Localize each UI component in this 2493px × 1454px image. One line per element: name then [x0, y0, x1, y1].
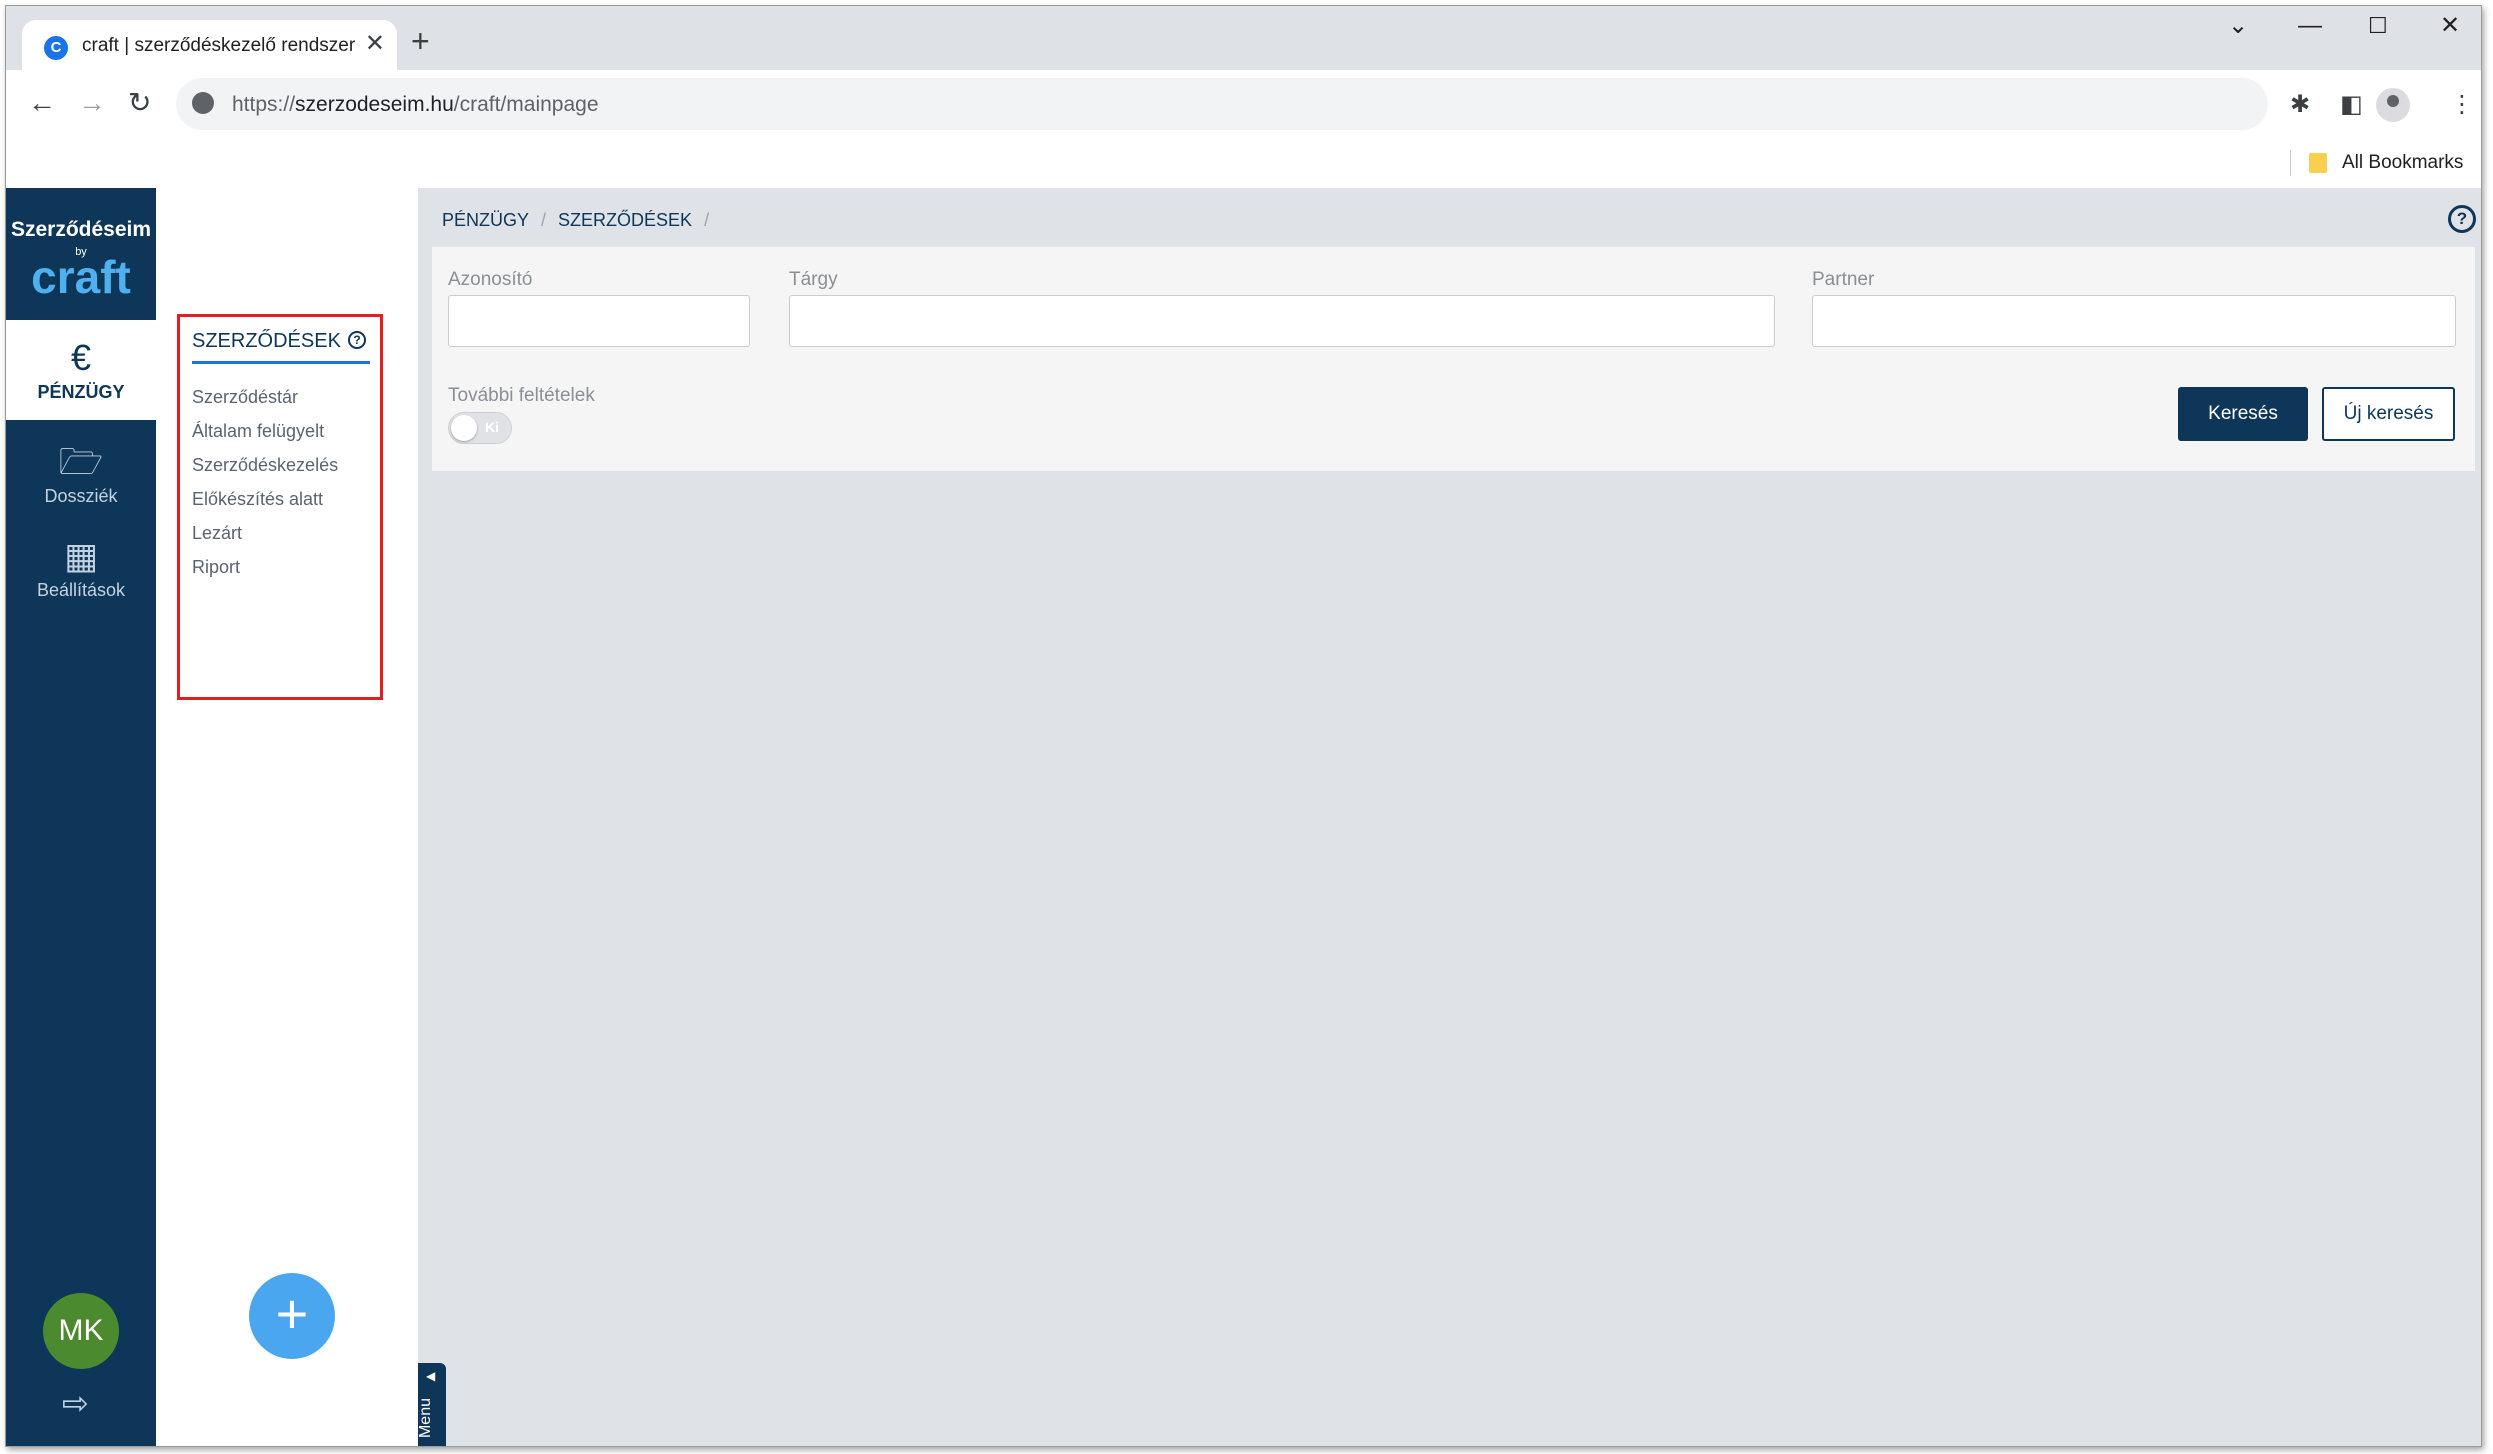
logo-brand: craft: [31, 251, 131, 303]
folder-open-icon: 🗁: [58, 441, 104, 482]
breadcrumb-item[interactable]: PÉNZÜGY: [442, 210, 529, 230]
nav-link-riport[interactable]: Riport: [192, 557, 240, 578]
extra-conditions-label: További feltételek: [448, 385, 595, 406]
browser-tabstrip: C craft | szerződéskezelő rendszer ✕ + ⌄…: [6, 6, 2481, 72]
toggle-state: Ki: [485, 419, 499, 435]
highlighted-menu-box: SZERZŐDÉSEK ? Szerződéstár Általam felüg…: [177, 314, 383, 700]
field-label-partner: Partner: [1812, 269, 1875, 290]
building-icon: ▦: [63, 535, 98, 576]
sidebar-item-label: PÉNZÜGY: [37, 382, 125, 402]
nav-link-altalam-felugyelt[interactable]: Általam felügyelt: [192, 421, 324, 442]
folder-icon: [2309, 153, 2327, 173]
profile-icon[interactable]: [2376, 88, 2410, 122]
toggle-knob: [451, 415, 477, 441]
sidebar-item-label: Beállítások: [36, 580, 126, 600]
logo-title: Szerződéseim: [10, 218, 152, 241]
euro-icon: €: [70, 337, 92, 378]
favicon-icon: C: [44, 36, 68, 60]
field-label-azonosito: Azonosító: [448, 269, 533, 290]
breadcrumb-item[interactable]: SZERZŐDÉSEK: [558, 210, 692, 230]
tab-search-icon[interactable]: ⌄: [2228, 12, 2248, 40]
site-info-icon[interactable]: [192, 92, 214, 114]
help-icon[interactable]: ?: [2448, 205, 2476, 233]
bookmarks-divider: [2290, 150, 2291, 176]
breadcrumb: PÉNZÜGY / SZERZŐDÉSEK /: [442, 210, 721, 231]
sidebar-item-penzugy[interactable]: € PÉNZÜGY: [6, 320, 156, 420]
sidebar-item-dossziek[interactable]: 🗁 Dossziék: [6, 442, 156, 522]
side-panel-icon[interactable]: ◧: [2340, 90, 2363, 119]
avatar[interactable]: MK: [43, 1293, 119, 1369]
menu-toggle-handle[interactable]: ◀ Menu: [417, 1363, 446, 1446]
url-text[interactable]: https://szerzodeseim.hu/craft/mainpage: [232, 93, 599, 117]
nav-link-szerzodestar[interactable]: Szerződéstár: [192, 387, 298, 408]
main-sidebar: Szerződéseim by craft € PÉNZÜGY 🗁 Dosszi…: [6, 188, 156, 1446]
section-heading[interactable]: SZERZŐDÉSEK: [192, 330, 341, 353]
nav-link-elokeszites-alatt[interactable]: Előkészítés alatt: [192, 489, 323, 510]
sidebar-item-beallitasok[interactable]: ▦ Beállítások: [6, 536, 156, 616]
browser-tab[interactable]: C craft | szerződéskezelő rendszer ✕: [22, 20, 397, 72]
breadcrumb-separator: /: [541, 210, 547, 230]
field-label-targy: Tárgy: [789, 269, 838, 290]
new-tab-icon[interactable]: +: [411, 25, 430, 57]
caret-left-icon: ◀: [426, 1369, 436, 1383]
minimize-icon[interactable]: —: [2298, 12, 2322, 40]
targy-input[interactable]: [789, 295, 1775, 347]
extra-conditions-toggle[interactable]: Ki: [448, 412, 512, 444]
help-icon[interactable]: ?: [348, 331, 366, 349]
azonosito-input[interactable]: [448, 295, 750, 347]
forward-icon[interactable]: →: [78, 88, 106, 118]
sidebar-item-label: Dossziék: [44, 486, 118, 506]
new-search-button[interactable]: Új keresés: [2322, 387, 2455, 441]
secondary-nav: SZERZŐDÉSEK ? Szerződéstár Általam felüg…: [156, 188, 418, 1446]
back-icon[interactable]: ←: [28, 88, 56, 118]
extensions-icon[interactable]: ✱: [2290, 90, 2310, 119]
maximize-icon[interactable]: ☐: [2368, 12, 2388, 40]
screenshot-frame: C craft | szerződéskezelő rendszer ✕ + ⌄…: [5, 5, 2482, 1447]
add-button[interactable]: +: [249, 1273, 335, 1359]
app-root: Szerződéseim by craft € PÉNZÜGY 🗁 Dosszi…: [6, 188, 2481, 1446]
menu-handle-label: Menu: [417, 1397, 435, 1439]
reload-icon[interactable]: ↻: [128, 88, 151, 118]
bookmarks-bar: All Bookmarks: [6, 138, 2481, 188]
all-bookmarks-link[interactable]: All Bookmarks: [2342, 152, 2463, 174]
nav-link-szerzodeskezeles[interactable]: Szerződéskezelés: [192, 455, 338, 476]
browser-toolbar: ← → ↻ https://szerzodeseim.hu/craft/main…: [6, 70, 2481, 138]
active-underline: [192, 361, 370, 364]
logout-icon[interactable]: ⇨: [62, 1384, 89, 1422]
search-button[interactable]: Keresés: [2178, 387, 2308, 441]
address-bar[interactable]: https://szerzodeseim.hu/craft/mainpage: [176, 78, 2268, 130]
main-content: PÉNZÜGY / SZERZŐDÉSEK / ? Azonosító Tárgy P…: [417, 188, 2481, 1446]
search-panel: Azonosító Tárgy Partner További feltétel…: [432, 246, 2475, 471]
nav-link-lezart[interactable]: Lezárt: [192, 523, 242, 544]
more-menu-icon[interactable]: ⋮: [2450, 90, 2474, 119]
close-window-icon[interactable]: ✕: [2440, 12, 2460, 40]
close-tab-icon[interactable]: ✕: [365, 32, 385, 56]
logo[interactable]: Szerződéseim by craft: [6, 188, 156, 320]
breadcrumb-separator: /: [704, 210, 710, 230]
partner-input[interactable]: [1812, 295, 2456, 347]
tab-title: craft | szerződéskezelő rendszer: [82, 35, 356, 56]
